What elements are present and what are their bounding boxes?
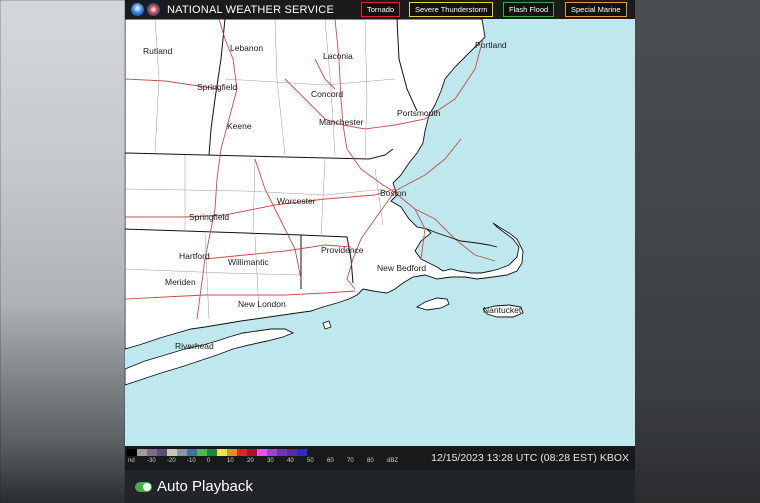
reflectivity-colorbar: nd -30 -20 -10 0 10 20 30 40 50 60 70 80 dBZ 12/15/20… [125, 446, 635, 470]
colorbar-label: -30 [147, 458, 156, 464]
tornado-warning-button[interactable]: Tornado [361, 2, 401, 17]
colorbar-label: 0 [207, 458, 211, 464]
colorbar-label: 70 [347, 458, 354, 464]
colorbar-label: 60 [327, 458, 334, 464]
city-label-new-london: New London [238, 299, 286, 309]
playback-bar: Auto Playback [125, 470, 635, 503]
colorbar-swatch [177, 449, 187, 456]
city-label-providence: Providence [321, 245, 364, 255]
colorbar-label: 30 [267, 458, 274, 464]
colorbar-label: -20 [167, 458, 176, 464]
city-label-nantucket: Nantucket [483, 305, 522, 315]
nws-logo-icon [147, 3, 160, 16]
colorbar-label: -10 [187, 458, 196, 464]
city-label-new-bedford: New Bedford [377, 263, 427, 273]
city-label-willimantic: Willimantic [228, 257, 269, 267]
colorbar-swatch [297, 449, 307, 456]
header-bar: NATIONAL WEATHER SERVICE Tornado Severe … [125, 0, 635, 19]
noaa-logo-icon [131, 3, 144, 16]
colorbar-swatch [267, 449, 277, 456]
colorbar-swatch [217, 449, 227, 456]
colorbar-swatch [227, 449, 237, 456]
severe-thunderstorm-warning-button[interactable]: Severe Thunderstorm [409, 2, 494, 17]
background-left [0, 0, 125, 503]
city-label-rutland: Rutland [143, 46, 173, 56]
colorbar-swatch [157, 449, 167, 456]
colorbar-swatch [197, 449, 207, 456]
city-label-springfield-ma: Springfield [189, 212, 230, 222]
radar-timestamp: 12/15/2023 13:28 UTC (08:28 EST) KBOX [431, 452, 629, 464]
colorbar-swatch [247, 449, 257, 456]
city-label-laconia: Laconia [323, 51, 353, 61]
colorbar-label: 20 [247, 458, 254, 464]
marthas-vineyard [415, 297, 450, 311]
colorbar-swatch [127, 449, 137, 456]
colorbar-swatch [277, 449, 287, 456]
auto-playback-label: Auto Playback [157, 478, 253, 495]
colorbar-swatch [237, 449, 247, 456]
colorbar-swatch [287, 449, 297, 456]
colorbar-label: 10 [227, 458, 234, 464]
colorbar-swatch [167, 449, 177, 456]
radar-viewer: NATIONAL WEATHER SERVICE Tornado Severe … [125, 0, 635, 503]
colorbar-label: 80 [367, 458, 374, 464]
auto-playback-toggle[interactable] [135, 481, 152, 492]
colorbar-swatch [147, 449, 157, 456]
flash-flood-warning-button[interactable]: Flash Flood [503, 2, 555, 17]
city-label-manchester: Manchester [319, 117, 364, 127]
colorbar-swatches [127, 449, 307, 456]
city-label-meriden: Meriden [165, 277, 196, 287]
colorbar-labels: nd -30 -20 -10 0 10 20 30 40 50 60 70 80 dBZ [125, 458, 415, 467]
city-label-riverhead: Riverhead [175, 341, 214, 351]
city-label-concord: Concord [311, 89, 344, 99]
background-right [635, 0, 760, 503]
colorbar-label: dBZ [387, 458, 399, 464]
mainland [125, 19, 524, 350]
colorbar-label: 40 [287, 458, 294, 464]
colorbar-swatch [207, 449, 217, 456]
colorbar-label: nd [128, 458, 135, 464]
city-label-worcester: Worcester [277, 196, 316, 206]
city-label-springfield-vt: Springfield [197, 82, 238, 92]
colorbar-swatch [257, 449, 267, 456]
city-label-boston: Boston [380, 188, 407, 198]
block-island [322, 320, 332, 330]
city-label-hartford: Hartford [179, 251, 210, 261]
special-marine-warning-button[interactable]: Special Marine [565, 2, 627, 17]
city-label-portland: Portland [475, 40, 507, 50]
colorbar-swatch [187, 449, 197, 456]
radar-map[interactable]: Rutland Lebanon Laconia Portland Springf… [125, 19, 635, 446]
city-label-lebanon: Lebanon [230, 43, 264, 53]
agency-logos [131, 3, 163, 16]
colorbar-label: 50 [307, 458, 314, 464]
city-label-keene: Keene [227, 121, 252, 131]
agency-title: NATIONAL WEATHER SERVICE [167, 3, 334, 16]
city-label-portsmouth: Portsmouth [397, 108, 441, 118]
colorbar-swatch [137, 449, 147, 456]
